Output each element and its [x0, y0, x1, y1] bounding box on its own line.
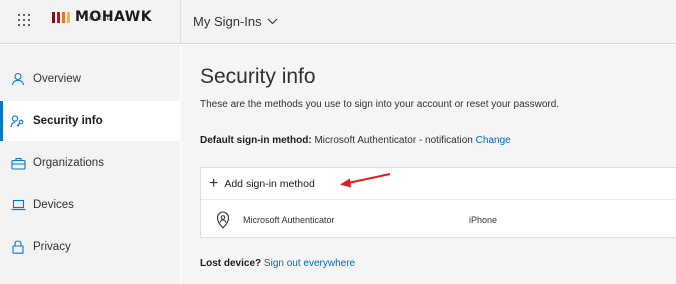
methods-card: + Add sign-in method Microsoft Authentic…	[200, 167, 676, 238]
annotation-arrow-icon	[340, 173, 391, 188]
authenticator-icon	[215, 211, 231, 229]
sidebar-item-overview[interactable]: Overview	[0, 59, 180, 99]
briefcase-icon	[10, 155, 26, 171]
default-method-label: Default sign-in method:	[200, 135, 312, 146]
chevron-down-icon	[267, 18, 278, 25]
top-bar: MOHAWK COLLEGE My Sign-Ins	[0, 0, 676, 44]
page-title: Security info	[200, 65, 316, 88]
sidebar: Overview Security info Organizations Dev…	[0, 45, 180, 284]
method-name: Microsoft Authenticator	[243, 215, 335, 225]
sidebar-item-organizations[interactable]: Organizations	[0, 143, 180, 183]
plus-icon: +	[209, 174, 219, 192]
lost-device-label: Lost device?	[200, 258, 262, 269]
sidebar-item-label: Overview	[33, 73, 81, 85]
main-content: Security info These are the methods you …	[181, 45, 676, 284]
sidebar-item-privacy[interactable]: Privacy	[0, 227, 180, 267]
sign-out-everywhere-link[interactable]: Sign out everywhere	[264, 258, 355, 269]
sidebar-item-label: Organizations	[33, 157, 104, 169]
sidebar-item-devices[interactable]: Devices	[0, 185, 180, 225]
add-method-label: Add sign-in method	[224, 177, 315, 190]
mohawk-logo[interactable]: MOHAWK	[52, 10, 152, 34]
page-subtitle: These are the methods you use to sign in…	[200, 99, 560, 110]
lock-icon	[10, 239, 26, 255]
person-icon	[10, 71, 26, 87]
my-sign-ins-menu[interactable]: My Sign-Ins	[193, 14, 278, 29]
method-row: Microsoft Authenticator iPhone	[201, 201, 676, 239]
laptop-icon	[10, 197, 26, 213]
sidebar-item-label: Devices	[33, 199, 74, 211]
sidebar-item-label: Privacy	[33, 241, 71, 253]
app-launcher-icon[interactable]	[18, 14, 32, 28]
default-method-value: Microsoft Authenticator - notification	[314, 135, 473, 146]
lost-device-line: Lost device? Sign out everywhere	[200, 258, 355, 269]
method-detail: iPhone	[469, 215, 498, 225]
logo-bars	[52, 12, 70, 23]
logo-subtext: COLLEGE	[85, 17, 111, 22]
sidebar-item-security-info[interactable]: Security info	[0, 101, 180, 141]
divider	[180, 0, 181, 44]
sidebar-item-label: Security info	[33, 115, 103, 127]
add-sign-in-method-button[interactable]: + Add sign-in method	[201, 168, 676, 200]
page-menu-label: My Sign-Ins	[193, 14, 262, 29]
default-method-line: Default sign-in method: Microsoft Authen…	[200, 135, 511, 146]
security-key-icon	[10, 113, 26, 129]
change-default-link[interactable]: Change	[476, 135, 511, 146]
